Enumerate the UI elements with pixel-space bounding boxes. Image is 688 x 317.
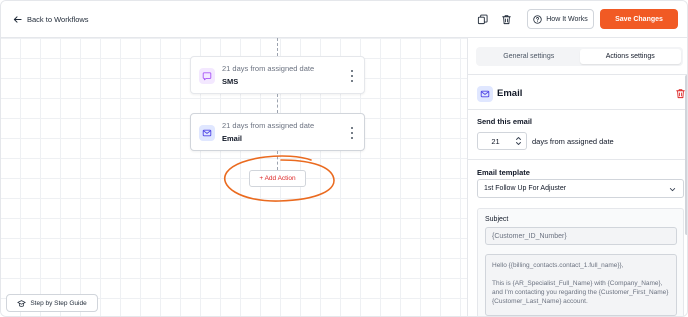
mail-icon [480,90,490,98]
email-template-label: Email template [477,168,530,177]
save-changes-button[interactable]: Save Changes [600,9,678,29]
connector-line [277,94,278,113]
tab-general-settings[interactable]: General settings [478,49,580,64]
workflow-editor: Back to Workflows How It Works Save Chan… [0,0,688,317]
divider [468,159,687,160]
workflow-canvas[interactable]: 21 days from assigned date SMS 21 days f… [1,38,467,316]
delete-workflow-button[interactable] [499,12,513,26]
selected-template: 1st Follow Up For Adjuster [484,185,567,192]
node-title: Email [222,134,243,143]
back-link-label: Back to Workflows [27,15,89,24]
node-more-menu-icon[interactable] [349,70,355,82]
node-timing: 21 days from assigned date [222,121,315,130]
trash-icon [501,14,511,24]
email-content-box: Subject {Customer_ID_Number} Hello {{bil… [477,208,684,316]
mail-icon [202,129,212,137]
step-by-step-guide-button[interactable]: Step by Step Guide [6,294,98,312]
connector-line [277,38,278,56]
add-action-button[interactable]: + Add Action [249,170,306,187]
settings-panel: General settings Actions settings Email … [467,38,687,316]
stepper-arrows-icon[interactable] [513,134,523,148]
arrow-left-icon [13,16,22,23]
divider [468,109,687,110]
duplicate-button[interactable] [475,12,489,26]
chat-bubble-icon [202,72,212,81]
body-greeting: Hello {{billing_contacts.contact_1.full_… [492,262,624,269]
top-bar: Back to Workflows How It Works Save Chan… [1,1,687,38]
graduation-cap-icon [17,299,26,307]
how-it-works-button[interactable]: How It Works [527,9,594,29]
node-icon-box [199,125,215,141]
settings-tabs: General settings Actions settings [476,47,683,66]
subject-input[interactable]: {Customer_ID_Number} [485,227,677,245]
node-icon-box [199,68,215,84]
subject-label: Subject [485,216,509,223]
node-title: SMS [222,77,239,86]
node-more-menu-icon[interactable] [349,127,355,139]
back-to-workflows-link[interactable]: Back to Workflows [13,13,89,26]
help-circle-icon [533,14,542,24]
divider [468,74,687,75]
action-title: Email [497,88,523,99]
action-node-email[interactable]: 21 days from assigned date Email [190,113,365,151]
how-it-works-label: How It Works [546,15,588,23]
days-suffix-label: days from assigned date [532,137,614,146]
days-stepper[interactable]: 21 [477,132,527,150]
guide-label: Step by Step Guide [30,299,87,307]
copy-icon [477,14,488,24]
body-paragraph: This is {AR_Specialist_Full_Name} with {… [492,280,669,305]
chevron-down-icon [669,188,676,192]
action-node-sms[interactable]: 21 days from assigned date SMS [190,56,365,94]
days-value: 21 [491,136,500,146]
send-email-label: Send this email [477,117,533,126]
email-body-textarea[interactable]: Hello {{billing_contacts.contact_1.full_… [485,254,677,316]
email-template-select[interactable]: 1st Follow Up For Adjuster [477,179,684,198]
tab-actions-settings[interactable]: Actions settings [579,49,681,64]
node-timing: 21 days from assigned date [222,64,315,73]
action-type-icon-box [477,86,493,102]
